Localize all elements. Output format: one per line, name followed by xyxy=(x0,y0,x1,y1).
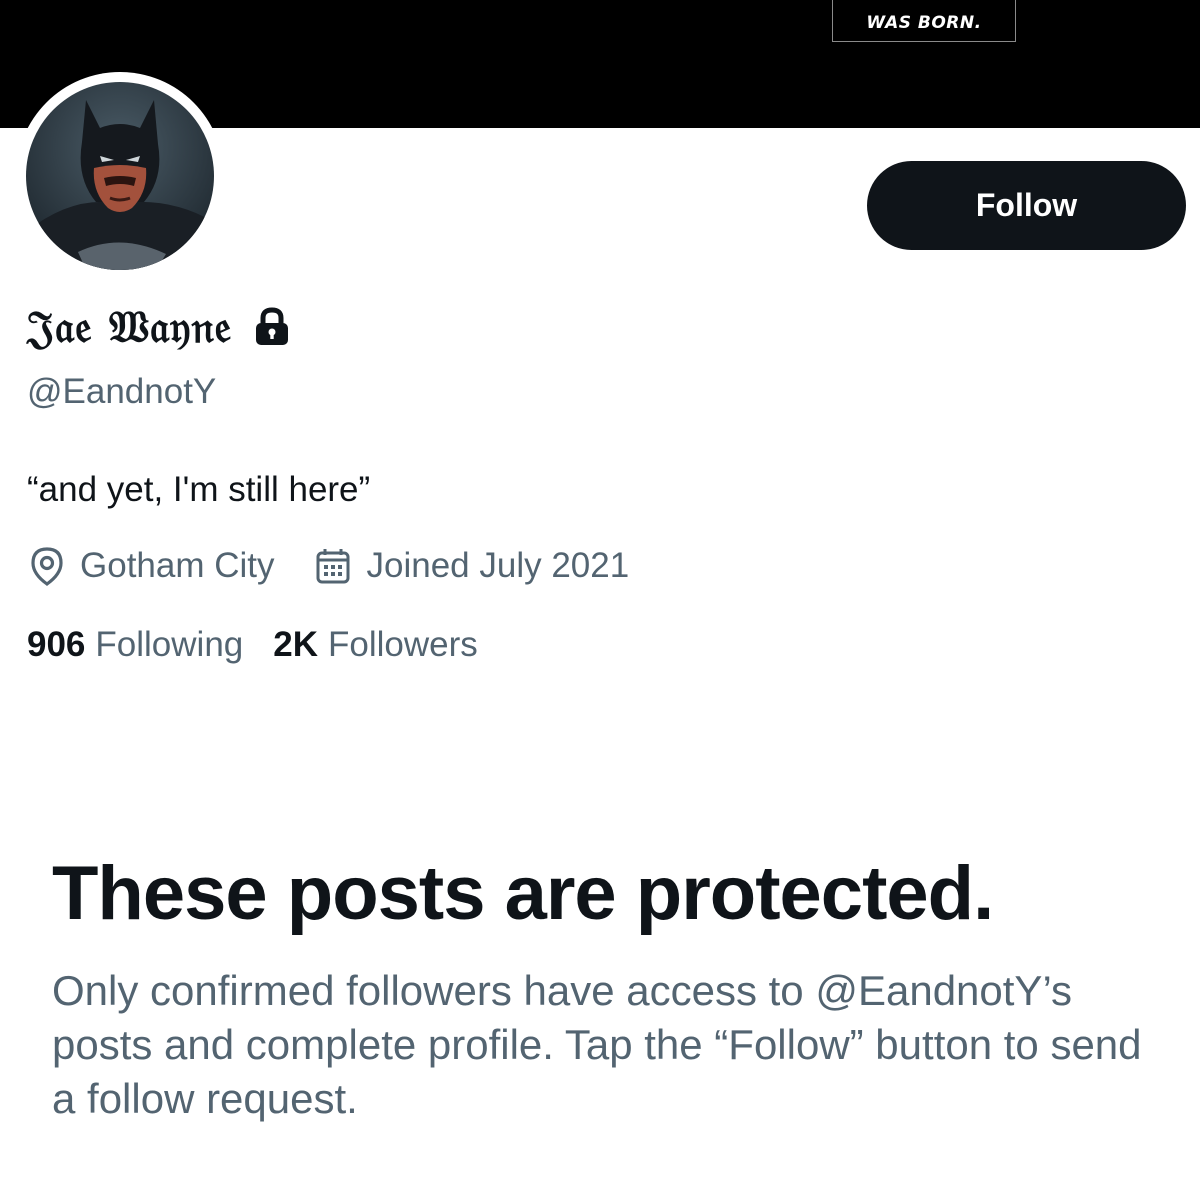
profile-bio: “and yet, I'm still here” xyxy=(27,470,371,509)
display-name: 𝔍𝔞𝔢 𝔚𝔞𝔶𝔫𝔢 xyxy=(27,301,233,353)
followers-label: Followers xyxy=(328,625,478,664)
lock-icon[interactable] xyxy=(254,307,290,347)
profile-stats: 906 Following 2K Followers xyxy=(27,625,478,665)
followers-link[interactable]: 2K Followers xyxy=(273,625,478,665)
location-pin-icon xyxy=(31,547,63,586)
following-count: 906 xyxy=(27,625,86,664)
banner-caption: WAS BORN. xyxy=(832,0,1016,42)
calendar-icon xyxy=(316,549,349,584)
protected-description: Only confirmed followers have access to … xyxy=(52,967,1142,1122)
batman-avatar-icon xyxy=(26,82,214,270)
joined-text: Joined July 2021 xyxy=(366,546,630,585)
avatar-frame[interactable] xyxy=(16,72,224,280)
following-label: Following xyxy=(95,625,244,664)
follow-button[interactable]: Follow xyxy=(867,161,1186,250)
profile-name-row: 𝔍𝔞𝔢 𝔚𝔞𝔶𝔫𝔢 xyxy=(27,292,290,362)
profile-handle: @EandnotY xyxy=(27,372,217,411)
followers-count: 2K xyxy=(273,625,319,664)
profile-meta: Gotham City Joined July 2021 xyxy=(30,544,629,588)
protected-title: These posts are protected. xyxy=(52,851,994,936)
location-text: Gotham City xyxy=(80,546,275,585)
avatar[interactable] xyxy=(26,82,214,270)
joined-item: Joined July 2021 xyxy=(315,546,630,586)
following-link[interactable]: 906 Following xyxy=(27,625,243,665)
location-item: Gotham City xyxy=(30,546,275,586)
